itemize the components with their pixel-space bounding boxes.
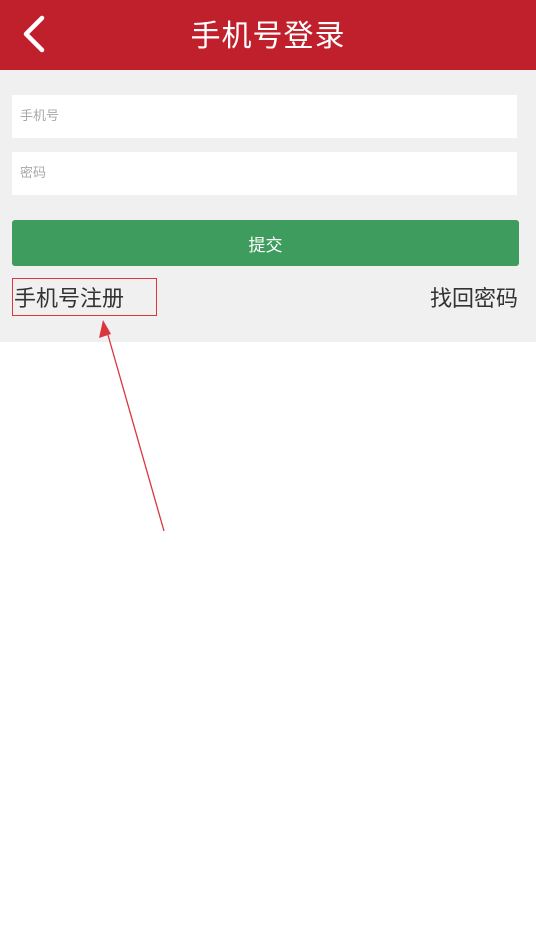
login-form: 提交 手机号注册 找回密码: [0, 70, 536, 342]
phone-register-link[interactable]: 手机号注册: [12, 278, 157, 316]
password-input[interactable]: [12, 152, 517, 195]
phone-input[interactable]: [12, 95, 517, 138]
forgot-password-link[interactable]: 找回密码: [430, 278, 518, 316]
app-header: 手机号登录: [0, 0, 536, 70]
login-page: 手机号登录 提交 手机号注册 找回密码: [0, 0, 536, 944]
submit-button[interactable]: 提交: [12, 220, 519, 266]
annotation-arrow-line: [105, 327, 165, 532]
page-title: 手机号登录: [190, 19, 346, 54]
